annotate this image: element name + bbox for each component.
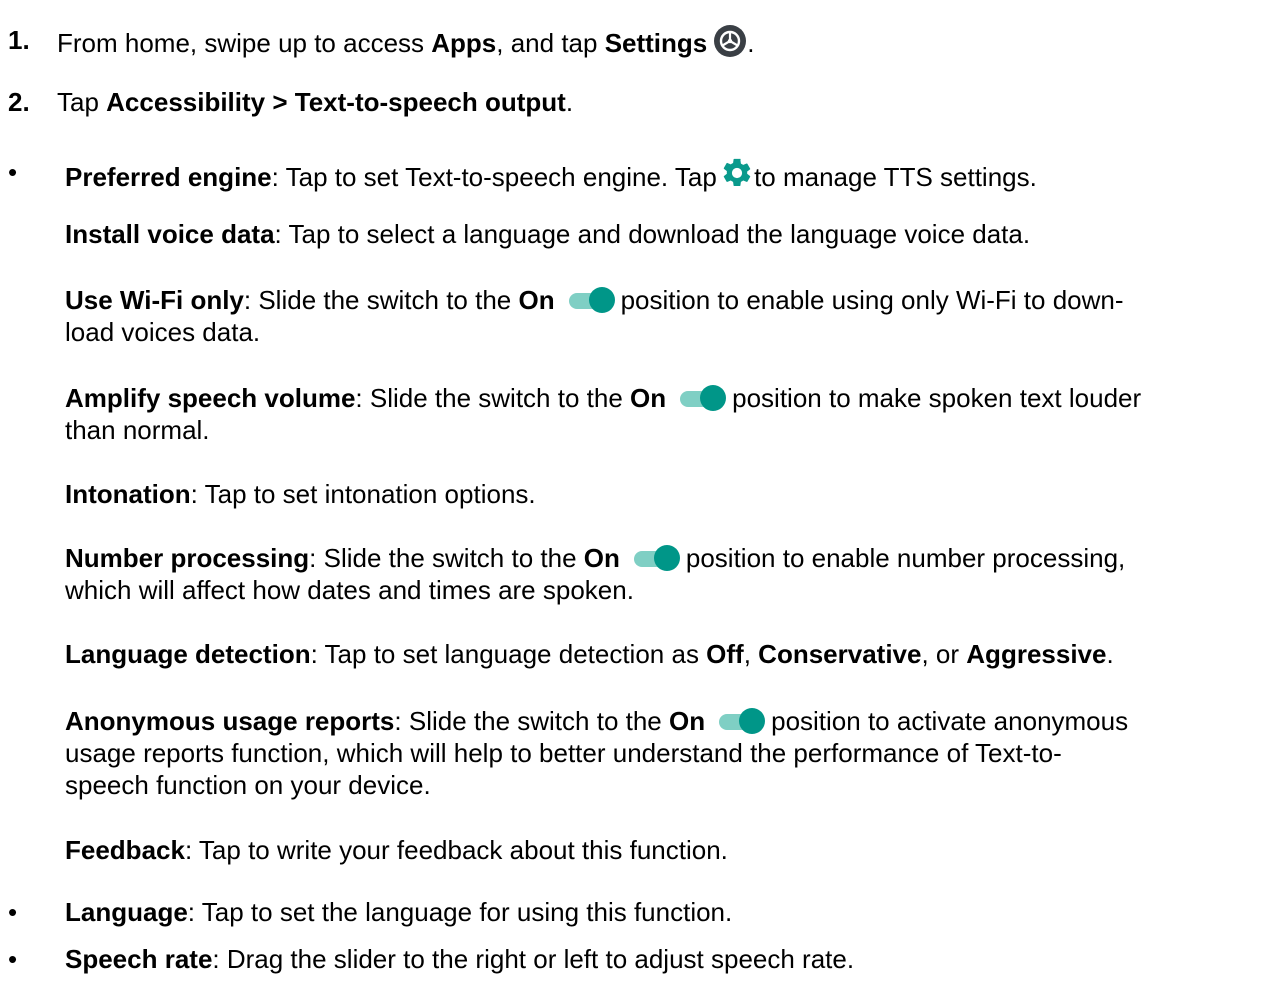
bullet: •	[8, 944, 18, 974]
item-title: Use Wi-Fi only	[65, 285, 244, 315]
toggle-switch-icon	[715, 708, 766, 734]
item-title: Amplify speech volume	[65, 383, 356, 413]
gear-icon	[720, 156, 754, 197]
toggle-switch-icon	[565, 287, 615, 313]
item-amplify-speech-volume: Amplify speech volume: Slide the switch …	[65, 383, 1142, 445]
item-title: Anonymous usage reports	[65, 706, 395, 736]
toggle-switch-icon	[676, 385, 727, 411]
item-title: Preferred engine	[65, 162, 272, 192]
item-intonation: Intonation: Tap to set intonation option…	[65, 479, 536, 509]
step-text: From home, swipe up to access Apps, and …	[57, 24, 755, 65]
item-feedback: Feedback: Tap to write your feedback abo…	[65, 835, 728, 865]
step-number: 1.	[8, 25, 30, 55]
item-anonymous-usage-reports: Anonymous usage reports: Slide the switc…	[65, 706, 1129, 800]
item-title: Language detection	[65, 639, 311, 669]
item-install-voice-data: Install voice data: Tap to select a lang…	[65, 219, 1031, 249]
item-use-wifi-only: Use Wi-Fi only: Slide the switch to the …	[65, 285, 1124, 347]
step-text: Tap Accessibility > Text-to-speech outpu…	[57, 87, 574, 117]
item-language-detection: Language detection: Tap to set language …	[65, 639, 1114, 669]
item-title: Number processing	[65, 543, 310, 573]
item-number-processing: Number processing: Slide the switch to t…	[65, 543, 1126, 605]
item-title: Intonation	[65, 479, 191, 509]
bullet: •	[8, 897, 18, 927]
toggle-switch-icon	[630, 545, 680, 571]
step-number: 2.	[8, 87, 30, 117]
item-title: Language	[65, 897, 188, 927]
item-title: Feedback	[65, 835, 185, 865]
bullet: •	[8, 157, 18, 187]
item-title: Speech rate	[65, 944, 213, 974]
item-title: Install voice data	[65, 219, 275, 249]
settings-app-icon	[713, 24, 747, 65]
